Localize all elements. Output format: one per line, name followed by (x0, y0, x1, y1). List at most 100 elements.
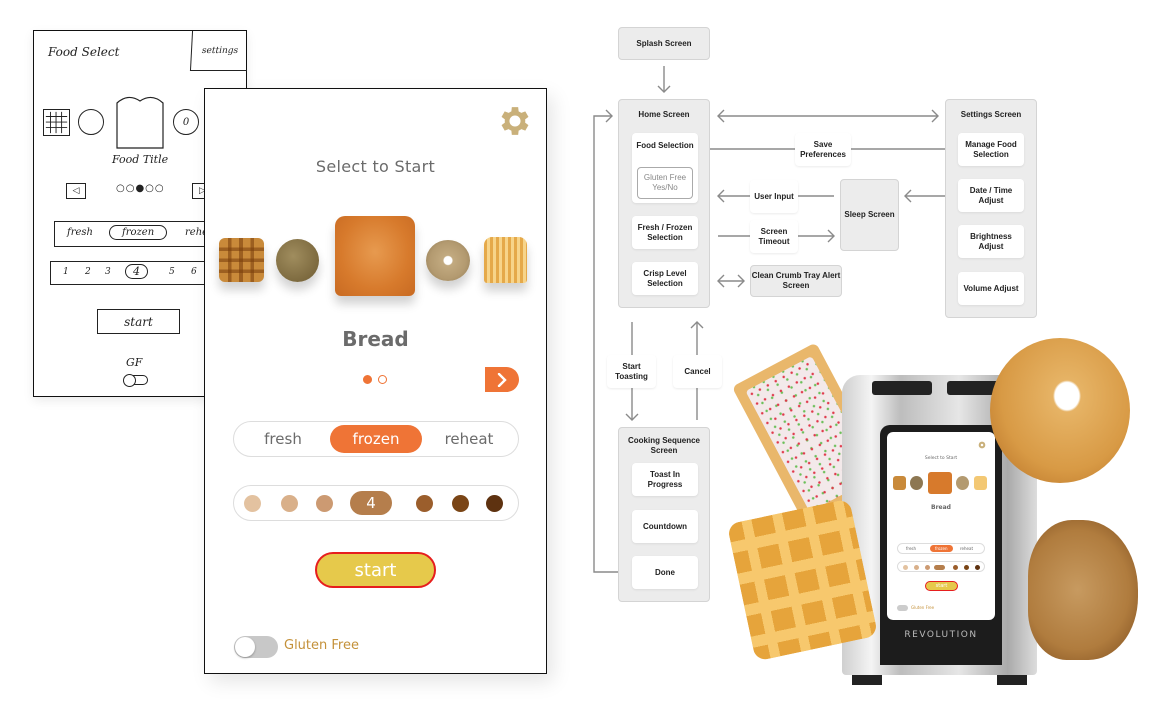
toaster-crisp-dot (903, 565, 908, 570)
flow-screen-timeout: Screen Timeout (750, 220, 798, 253)
sketch-prev-button[interactable]: ◁ (66, 183, 86, 199)
toaster-mode-reheat: reheat (960, 546, 974, 551)
sketch-start-button[interactable]: start (97, 309, 180, 334)
sketch-gf-toggle[interactable] (123, 374, 148, 387)
toaster-screen-foods (893, 472, 989, 494)
sketch-waffle-icon (43, 109, 70, 136)
toaster-touchscreen: Select to Start Bread fresh frozen rehea… (887, 432, 995, 620)
selected-food-name: Bread (342, 327, 409, 351)
flow-settings-title: Settings Screen (960, 110, 1022, 119)
sketch-page-dots: ○○●○○ (116, 183, 165, 194)
flow-cancel: Cancel (673, 355, 722, 388)
sketch-mode-frozen[interactable]: frozen (109, 225, 168, 240)
food-english-muffin[interactable] (276, 239, 319, 282)
crisp-level-selector: 4 (233, 485, 519, 521)
toaster-foot (852, 675, 882, 685)
crisp-level-7[interactable] (486, 495, 503, 512)
mode-fresh[interactable]: fresh (240, 425, 326, 453)
food-bagel[interactable] (426, 240, 470, 281)
rye-toast-image (1028, 520, 1138, 660)
page-indicator (363, 375, 387, 384)
sketch-level-5[interactable]: 5 (169, 267, 175, 277)
flow-food-selection: Food Selection Gluten Free Yes/No (632, 133, 698, 203)
mode-frozen[interactable]: frozen (330, 425, 422, 453)
crisp-level-1[interactable] (244, 495, 261, 512)
gear-icon[interactable] (496, 102, 534, 140)
toaster-product-photo: Select to Start Bread fresh frozen rehea… (720, 335, 1140, 695)
flow-cooking-title: Cooking Sequence Screen (627, 436, 700, 455)
flow-start-toasting: Start Toasting (607, 355, 656, 388)
flow-gluten-free: Gluten Free Yes/No (637, 167, 693, 199)
mode-selector: fresh frozen reheat (233, 421, 519, 457)
toaster-screen-heading: Select to Start (924, 456, 958, 461)
hifi-mockup: Select to Start Bread fresh frozen rehea… (204, 88, 547, 674)
toaster-control-panel: Select to Start Bread fresh frozen rehea… (880, 425, 1002, 665)
flow-manage-food: Manage Food Selection (958, 133, 1024, 166)
flow-fresh-frozen: Fresh / Frozen Selection (632, 216, 698, 249)
toaster-screen-toggle (897, 605, 908, 611)
sketch-level-1[interactable]: 1 (63, 267, 69, 277)
flow-volume: Volume Adjust (958, 272, 1024, 305)
toaster-crisp-dot (964, 565, 969, 570)
flow-done: Done (632, 556, 698, 589)
toaster-screen-food: Bread (931, 504, 951, 511)
sketch-muffin-icon (78, 109, 104, 135)
flow-food-selection-label: Food Selection (636, 141, 694, 150)
toaster-foot (997, 675, 1027, 685)
toaster-screen-gf: Gluten Free (911, 605, 935, 610)
next-page-button[interactable] (485, 367, 519, 392)
flow-crisp-level: Crisp Level Selection (632, 262, 698, 295)
brand-logo: REVOLUTION (904, 630, 978, 640)
toaster-screen-modes: fresh frozen reheat (897, 543, 985, 554)
flow-date-time: Date / Time Adjust (958, 179, 1024, 212)
flow-save-preferences: Save Preferences (795, 133, 851, 166)
page-dot-active[interactable] (363, 375, 372, 384)
food-bread-selected[interactable] (335, 216, 415, 296)
toaster-crisp-dot (925, 565, 930, 570)
flow-brightness: Brightness Adjust (958, 225, 1024, 258)
toaster-crisp-dot (934, 565, 945, 570)
flow-splash-screen: Splash Screen (618, 27, 710, 60)
sketch-settings-button[interactable]: settings (189, 31, 250, 71)
toaster-screen-start: start (925, 581, 958, 591)
chevron-right-icon (497, 372, 507, 387)
start-button[interactable]: start (315, 552, 436, 588)
gear-icon (978, 441, 986, 449)
flow-crumb-tray: Clean Crumb Tray Alert Screen (750, 265, 842, 297)
crisp-level-selected[interactable]: 4 (350, 491, 392, 515)
sketch-bagel-icon: 0 (173, 109, 199, 135)
toaster-crisp-dot (953, 565, 958, 570)
page-dot[interactable] (378, 375, 387, 384)
crisp-level-2[interactable] (281, 495, 298, 512)
sketch-level-2[interactable]: 2 (85, 267, 91, 277)
flow-countdown: Countdown (632, 510, 698, 543)
toggle-knob (235, 637, 255, 657)
food-waffle[interactable] (219, 238, 264, 282)
sketch-level-6[interactable]: 6 (191, 267, 197, 277)
flow-user-input: User Input (750, 180, 798, 213)
crisp-level-3[interactable] (316, 495, 333, 512)
toaster-crisp-dot (975, 565, 980, 570)
toaster-slot (872, 381, 932, 395)
select-to-start-heading: Select to Start (315, 157, 436, 176)
food-toaster-pastry[interactable] (484, 237, 527, 283)
crisp-level-5[interactable] (416, 495, 433, 512)
flow-toast-in-progress: Toast In Progress (632, 463, 698, 496)
sketch-title: Food Select (48, 45, 120, 59)
gluten-free-label: Gluten Free (284, 638, 359, 653)
sketch-level-3[interactable]: 3 (105, 267, 111, 277)
sketch-food-title: Food Title (112, 153, 169, 166)
toaster-mode-frozen: frozen (930, 545, 953, 552)
sketch-gf-label: GF (126, 356, 143, 369)
toaster-crisp-dot (914, 565, 919, 570)
gluten-free-toggle[interactable] (234, 636, 278, 658)
crisp-level-6[interactable] (452, 495, 469, 512)
toaster-screen-crisp (897, 561, 985, 572)
sketch-mode-fresh[interactable]: fresh (67, 227, 93, 238)
bagel-image (990, 338, 1130, 483)
mode-reheat[interactable]: reheat (426, 425, 512, 453)
sketch-bread-icon (116, 96, 164, 149)
sketch-level-4[interactable]: 4 (125, 264, 148, 279)
toaster-mode-fresh: fresh (906, 546, 917, 551)
flow-sleep-screen: Sleep Screen (840, 179, 899, 251)
